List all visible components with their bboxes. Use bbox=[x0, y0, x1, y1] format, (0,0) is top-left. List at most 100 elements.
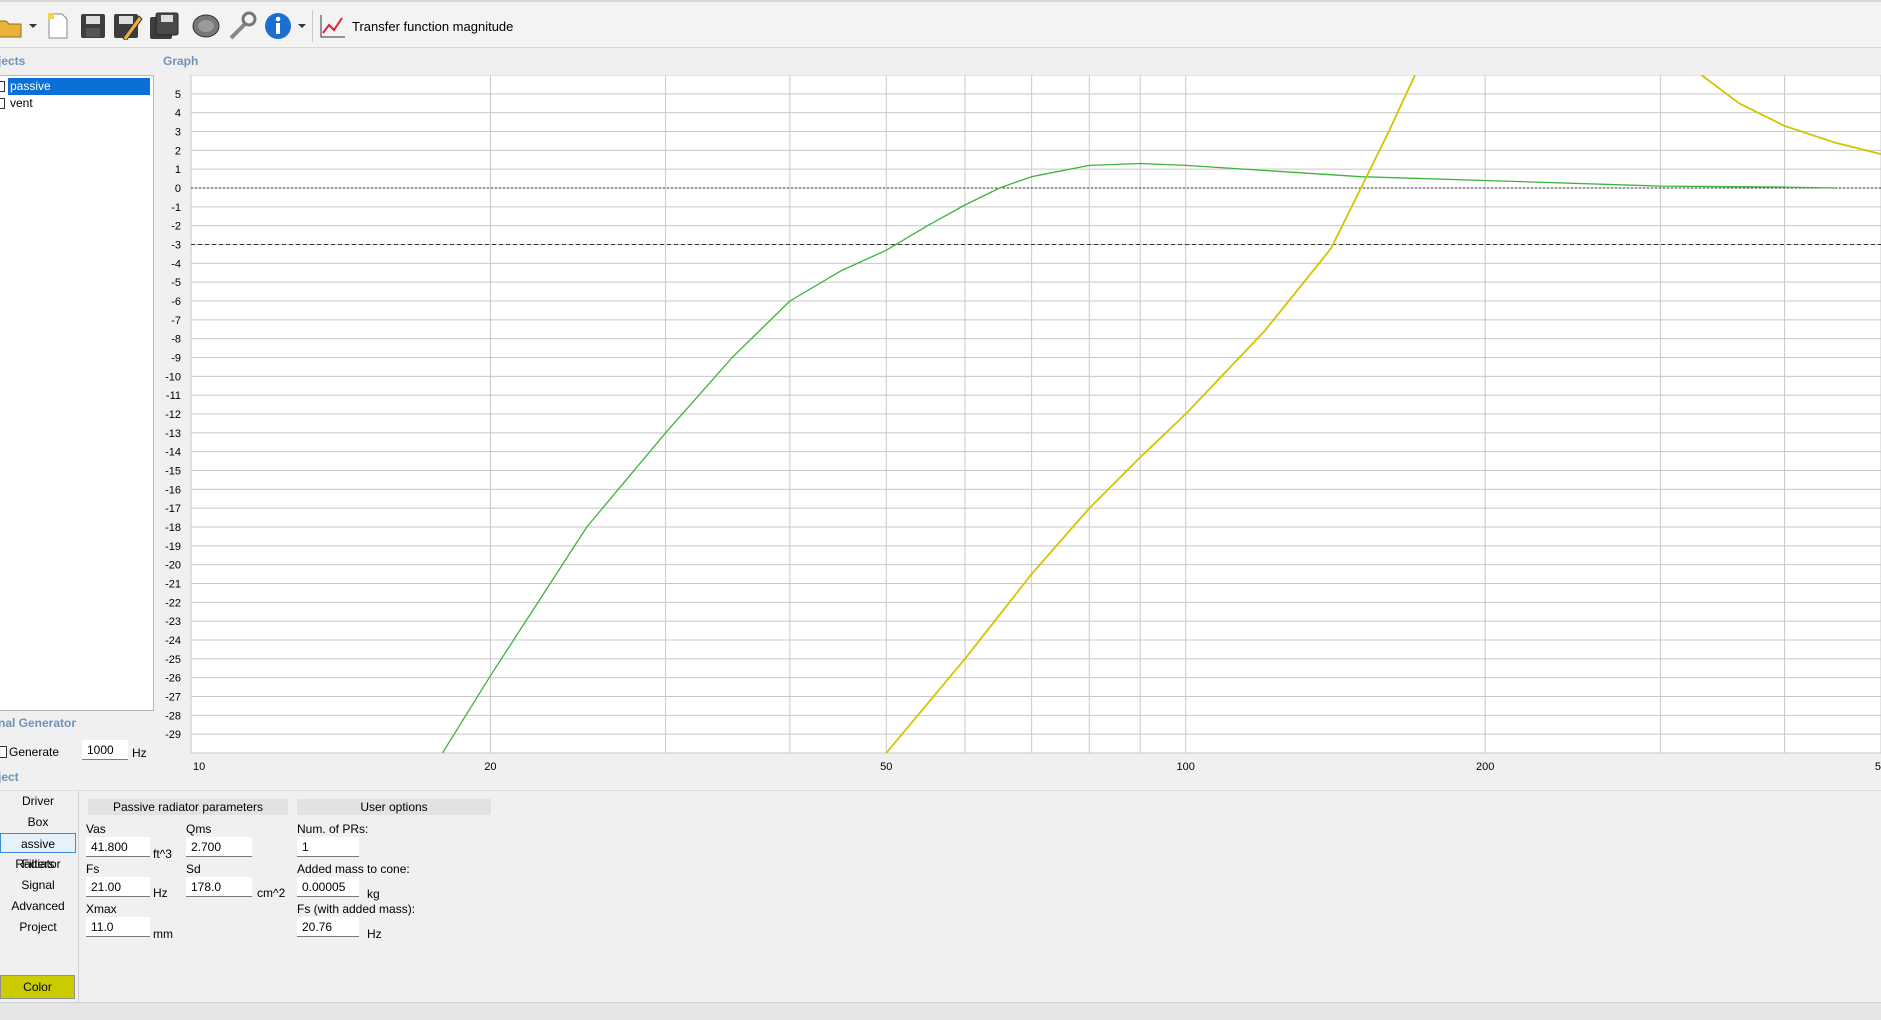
sd-label: Sd bbox=[186, 862, 201, 876]
y-tick-label: -19 bbox=[165, 541, 181, 553]
xmax-label: Xmax bbox=[86, 902, 117, 916]
y-tick-label: -4 bbox=[171, 258, 181, 270]
new-file-icon[interactable] bbox=[44, 8, 72, 44]
fs-added-input[interactable] bbox=[297, 917, 359, 937]
nav-signal[interactable]: Signal bbox=[0, 875, 76, 895]
generate-checkbox[interactable] bbox=[0, 746, 7, 758]
y-tick-label: -3 bbox=[171, 240, 181, 252]
nav-passive-radiator[interactable]: assive Radiator bbox=[0, 833, 76, 853]
num-prs-label: Num. of PRs: bbox=[297, 822, 368, 836]
transfer-function-chart[interactable]: 543210-1-2-3-4-5-6-7-8-9-10-11-12-13-14-… bbox=[156, 75, 1881, 775]
projects-title: jects bbox=[0, 54, 25, 68]
dropdown-arrow-icon[interactable] bbox=[28, 8, 38, 44]
vas-unit: ft^3 bbox=[153, 847, 172, 861]
added-mass-unit: kg bbox=[367, 887, 380, 901]
sd-unit: cm^2 bbox=[257, 886, 285, 900]
y-tick-label: -12 bbox=[165, 409, 181, 421]
y-tick-label: -14 bbox=[165, 447, 181, 459]
x-tick-label: 50 bbox=[880, 761, 892, 773]
object-title: ject bbox=[0, 770, 19, 784]
y-tick-label: -7 bbox=[171, 315, 181, 327]
added-mass-label: Added mass to cone: bbox=[297, 862, 410, 876]
sd-input[interactable] bbox=[186, 877, 252, 897]
x-tick-label: 10 bbox=[193, 761, 205, 773]
signal-generator-title: nal Generator bbox=[0, 716, 76, 730]
fs-added-label: Fs (with added mass): bbox=[297, 902, 415, 916]
vas-input[interactable] bbox=[86, 837, 150, 857]
graph-title: Graph bbox=[163, 54, 198, 68]
nav-divider bbox=[78, 791, 79, 1003]
qms-label: Qms bbox=[186, 822, 211, 836]
project-item-passive[interactable]: passive bbox=[0, 78, 152, 95]
project-name: passive bbox=[8, 78, 150, 95]
fs-input[interactable] bbox=[86, 877, 150, 897]
graph-icon[interactable] bbox=[318, 8, 348, 44]
y-tick-label: 3 bbox=[175, 127, 181, 139]
nav-driver[interactable]: Driver bbox=[0, 791, 76, 811]
num-prs-input[interactable] bbox=[297, 837, 359, 857]
y-tick-label: -22 bbox=[165, 597, 181, 609]
project-name: vent bbox=[10, 95, 33, 112]
y-tick-label: -26 bbox=[165, 673, 181, 685]
added-mass-input[interactable] bbox=[297, 877, 359, 897]
xmax-unit: mm bbox=[153, 927, 173, 941]
nav-box[interactable]: Box bbox=[0, 812, 76, 832]
project-checkbox[interactable] bbox=[0, 81, 5, 92]
x-tick-label: 200 bbox=[1476, 761, 1494, 773]
y-tick-label: -25 bbox=[165, 654, 181, 666]
y-tick-label: -11 bbox=[166, 390, 181, 402]
graph-type-label[interactable]: Transfer function magnitude bbox=[352, 19, 513, 34]
y-tick-label: -27 bbox=[165, 692, 181, 704]
nav-advanced[interactable]: Advanced bbox=[0, 896, 76, 916]
y-tick-label: -13 bbox=[165, 428, 181, 440]
signal-frequency-input[interactable] bbox=[82, 740, 128, 760]
fs-added-unit: Hz bbox=[367, 927, 382, 941]
save-all-icon[interactable] bbox=[148, 8, 182, 44]
qms-input[interactable] bbox=[186, 837, 252, 857]
info-icon[interactable] bbox=[262, 8, 294, 44]
y-tick-label: -21 bbox=[165, 579, 181, 591]
y-tick-label: -28 bbox=[165, 710, 181, 722]
nav-filters[interactable]: Filters bbox=[0, 854, 76, 874]
y-tick-label: -8 bbox=[171, 334, 181, 346]
y-tick-label: -17 bbox=[165, 503, 181, 515]
y-tick-label: -23 bbox=[165, 616, 181, 628]
settings-icon[interactable] bbox=[226, 8, 258, 44]
y-tick-label: -24 bbox=[165, 635, 181, 647]
y-tick-label: -9 bbox=[171, 353, 181, 365]
xmax-input[interactable] bbox=[86, 917, 150, 937]
vas-label: Vas bbox=[86, 822, 106, 836]
y-tick-label: 5 bbox=[175, 89, 181, 101]
color-button[interactable]: Color bbox=[0, 975, 75, 999]
driver-icon[interactable] bbox=[190, 8, 222, 44]
y-tick-label: -6 bbox=[171, 296, 181, 308]
graph-panel[interactable]: 543210-1-2-3-4-5-6-7-8-9-10-11-12-13-14-… bbox=[156, 75, 1881, 775]
y-tick-label: -5 bbox=[171, 277, 181, 289]
x-tick-label: 20 bbox=[484, 761, 496, 773]
save-icon[interactable] bbox=[78, 8, 108, 44]
user-options-header: User options bbox=[297, 799, 491, 815]
x-tick-label: 100 bbox=[1177, 761, 1195, 773]
open-folder-icon[interactable] bbox=[0, 8, 24, 44]
y-tick-label: 4 bbox=[175, 108, 181, 120]
y-tick-label: -15 bbox=[165, 466, 181, 478]
project-checkbox[interactable] bbox=[0, 98, 5, 109]
object-nav: Driver Box assive Radiator Filters Signa… bbox=[0, 791, 78, 1003]
y-tick-label: -20 bbox=[165, 560, 181, 572]
pr-params-header: Passive radiator parameters bbox=[88, 799, 288, 815]
status-bar bbox=[0, 1002, 1881, 1020]
y-tick-label: -16 bbox=[165, 484, 181, 496]
edit-icon[interactable] bbox=[112, 8, 144, 44]
dropdown-arrow-icon[interactable] bbox=[297, 8, 307, 44]
y-tick-label: 2 bbox=[175, 145, 181, 157]
project-item-vent[interactable]: vent bbox=[0, 95, 152, 112]
toolbar-separator bbox=[312, 10, 313, 42]
toolbar: Transfer function magnitude bbox=[0, 0, 1881, 48]
nav-project[interactable]: Project bbox=[0, 917, 76, 937]
y-tick-label: -2 bbox=[171, 221, 181, 233]
projects-list[interactable]: passive vent bbox=[0, 75, 154, 711]
fs-unit: Hz bbox=[153, 886, 168, 900]
generate-label: Generate bbox=[9, 745, 59, 759]
y-tick-label: -10 bbox=[165, 371, 181, 383]
signal-frequency-unit: Hz bbox=[132, 746, 147, 760]
